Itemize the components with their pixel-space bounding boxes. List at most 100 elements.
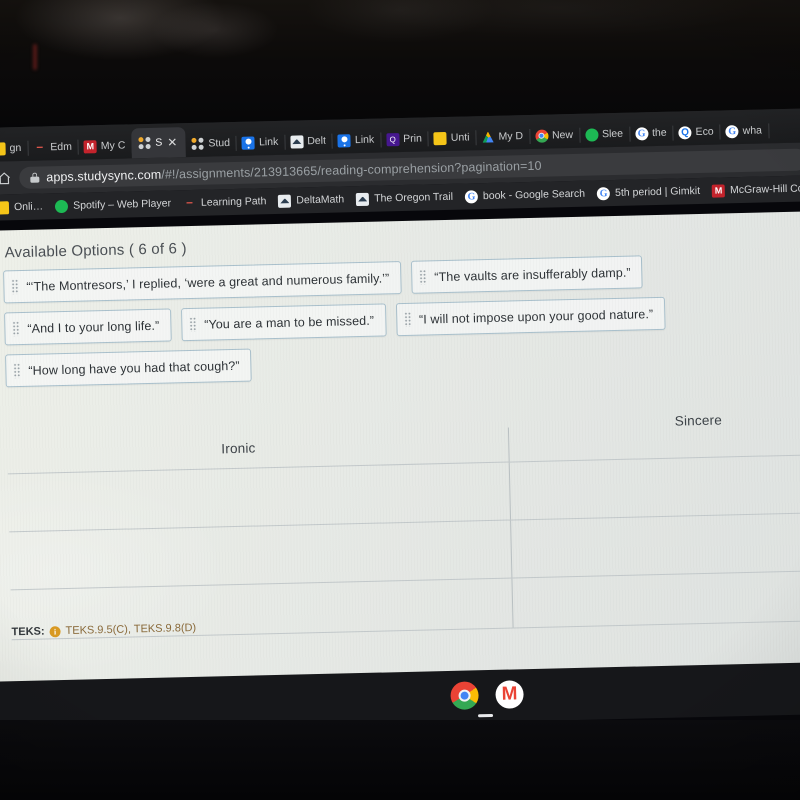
drop-zone-ironic-1[interactable] xyxy=(8,463,509,531)
tab-label: wha xyxy=(742,124,763,137)
tab-label: Link xyxy=(354,133,375,147)
draggable-option-chip[interactable]: “‘The Montresors,’ I replied, ‘were a gr… xyxy=(3,261,402,304)
google-classroom-favicon xyxy=(241,135,256,150)
mcgraw-hill-favicon: M xyxy=(83,139,98,153)
drop-zone-sincere-1[interactable] xyxy=(510,455,800,519)
tab-label: New xyxy=(551,128,574,142)
option-text: “The vaults are insufferably damp.” xyxy=(434,265,631,284)
bookmark-item[interactable]: G 5th period | Gimkit xyxy=(596,184,701,200)
bookmark-item[interactable]: Gbook - Google Search xyxy=(464,187,586,204)
bookmark-label: The Oregon Trail xyxy=(374,190,454,205)
browser-tab[interactable]: Unti xyxy=(428,124,477,151)
browser-tab[interactable]: S ✕ xyxy=(130,127,186,159)
sorting-table: Ironic Sincere xyxy=(7,413,800,647)
google-favicon: G xyxy=(464,189,479,204)
url-text: apps.studysync.com/#!/assignments/213913… xyxy=(46,158,542,184)
browser-tab[interactable]: Slee xyxy=(579,121,631,148)
quizizz-favicon: Q xyxy=(386,132,400,146)
browser-tab[interactable]: Stud xyxy=(185,130,238,157)
browser-tab[interactable]: Q Prin xyxy=(380,125,430,152)
google-docs-favicon xyxy=(433,131,448,145)
teks-label: TEKS: xyxy=(11,625,45,639)
drag-handle-icon[interactable] xyxy=(12,321,20,337)
bookmark-label: Spotify – Web Player xyxy=(73,197,172,212)
table-header: Ironic Sincere xyxy=(7,413,800,464)
bookmark-item[interactable]: Spotify – Web Player xyxy=(55,197,171,213)
close-tab-icon[interactable]: ✕ xyxy=(166,135,178,149)
spotify-favicon xyxy=(55,199,69,213)
bookmark-label: 5th period | Gimkit xyxy=(614,184,701,199)
gmail-app-icon[interactable] xyxy=(495,680,524,709)
desk-foreground xyxy=(0,720,800,800)
studysync-favicon xyxy=(138,136,151,149)
available-options-list: “‘The Montresors,’ I replied, ‘were a gr… xyxy=(3,252,800,388)
browser-tab[interactable]: Gthe xyxy=(629,120,674,147)
browser-tab[interactable]: Q Eco xyxy=(672,118,721,145)
tab-label: gn xyxy=(9,141,22,155)
photo-of-chromebook-screen: gn – Edm M My C S ✕ Stud Link Delt Link Q Prin Unti My… xyxy=(0,0,800,800)
bookmark-item[interactable]: The Oregon Trail xyxy=(356,190,454,206)
drag-handle-icon[interactable] xyxy=(13,363,21,379)
browser-tab[interactable]: M My C xyxy=(78,132,133,159)
draggable-option-chip[interactable]: “The vaults are insufferably damp.” xyxy=(410,255,644,294)
option-text: “‘The Montresors,’ I replied, ‘were a gr… xyxy=(26,270,390,294)
draggable-option-chip[interactable]: “How long have you had that cough?” xyxy=(5,348,253,388)
chrome-app-icon[interactable] xyxy=(450,681,479,710)
drag-handle-icon[interactable] xyxy=(11,279,19,295)
drag-handle-icon[interactable] xyxy=(419,269,427,285)
browser-tab[interactable]: – Edm xyxy=(27,134,80,161)
option-text: “You are a man to be missed.” xyxy=(204,313,375,332)
browser-tab[interactable]: gn xyxy=(0,135,29,162)
drop-zone-sincere-3[interactable] xyxy=(512,571,800,627)
bookmark-item[interactable]: M McGraw-Hill Conne xyxy=(711,182,800,198)
gimkit-favicon: G xyxy=(596,186,611,200)
drop-zone-sincere-2[interactable] xyxy=(511,513,800,577)
option-text: “And I to your long life.” xyxy=(27,318,160,336)
google-classroom-favicon xyxy=(337,133,352,147)
bookmark-label: Onli… xyxy=(13,200,44,214)
tab-label: the xyxy=(651,126,667,140)
option-text: “How long have you had that cough?” xyxy=(28,358,240,378)
bookmark-label: Learning Path xyxy=(200,195,267,209)
draggable-option-chip[interactable]: “I will not impose upon your good nature… xyxy=(395,296,666,337)
browser-tab[interactable]: Link xyxy=(236,129,286,156)
option-text: “I will not impose upon your good nature… xyxy=(418,306,654,327)
bookmark-item[interactable]: DeltaMath xyxy=(278,193,344,208)
bookmark-item[interactable]: Onli… xyxy=(0,200,44,215)
google-favicon: G xyxy=(634,126,649,140)
browser-tab[interactable]: Delt xyxy=(284,128,334,155)
browser-tab[interactable]: Gwha xyxy=(719,117,770,144)
home-icon[interactable] xyxy=(0,171,11,185)
drag-handle-icon[interactable] xyxy=(403,311,412,327)
generic-favicon xyxy=(0,200,10,215)
column-header-sincere: Sincere xyxy=(674,412,723,429)
column-header-ironic: Ironic xyxy=(221,440,256,457)
edmentum-favicon: – xyxy=(36,138,44,154)
bookmark-label: book - Google Search xyxy=(482,187,586,203)
browser-tab[interactable]: My D xyxy=(475,123,531,150)
studysync-favicon xyxy=(191,137,204,150)
tab-label: Slee xyxy=(601,127,624,141)
edmentum-favicon: – xyxy=(185,194,193,209)
browser-tab[interactable]: Link xyxy=(332,126,382,153)
shelf-app-list xyxy=(450,680,524,710)
browser-tab[interactable]: New xyxy=(529,122,581,149)
tab-separator xyxy=(767,123,770,139)
tab-label: Stud xyxy=(208,137,231,150)
bookmark-label: McGraw-Hill Conne xyxy=(729,182,800,197)
deltamath-favicon xyxy=(278,194,292,208)
draggable-option-chip[interactable]: “And I to your long life.” xyxy=(4,308,172,346)
url-path: /#!/assignments/213913665/reading-compre… xyxy=(161,158,542,182)
deltamath-favicon xyxy=(290,134,304,149)
google-favicon: G xyxy=(725,124,739,138)
draggable-option-chip[interactable]: “You are a man to be missed.” xyxy=(180,303,387,342)
info-icon[interactable]: i xyxy=(49,625,61,637)
drag-handle-icon[interactable] xyxy=(189,316,197,333)
oregon-trail-favicon xyxy=(356,192,370,206)
drop-zone-ironic-2[interactable] xyxy=(9,521,510,589)
lock-icon xyxy=(30,172,39,182)
spotify-favicon xyxy=(584,127,599,142)
bookmark-item[interactable]: – Learning Path xyxy=(183,194,267,210)
bookmark-label: DeltaMath xyxy=(296,193,345,207)
google-drive-favicon xyxy=(481,130,494,143)
